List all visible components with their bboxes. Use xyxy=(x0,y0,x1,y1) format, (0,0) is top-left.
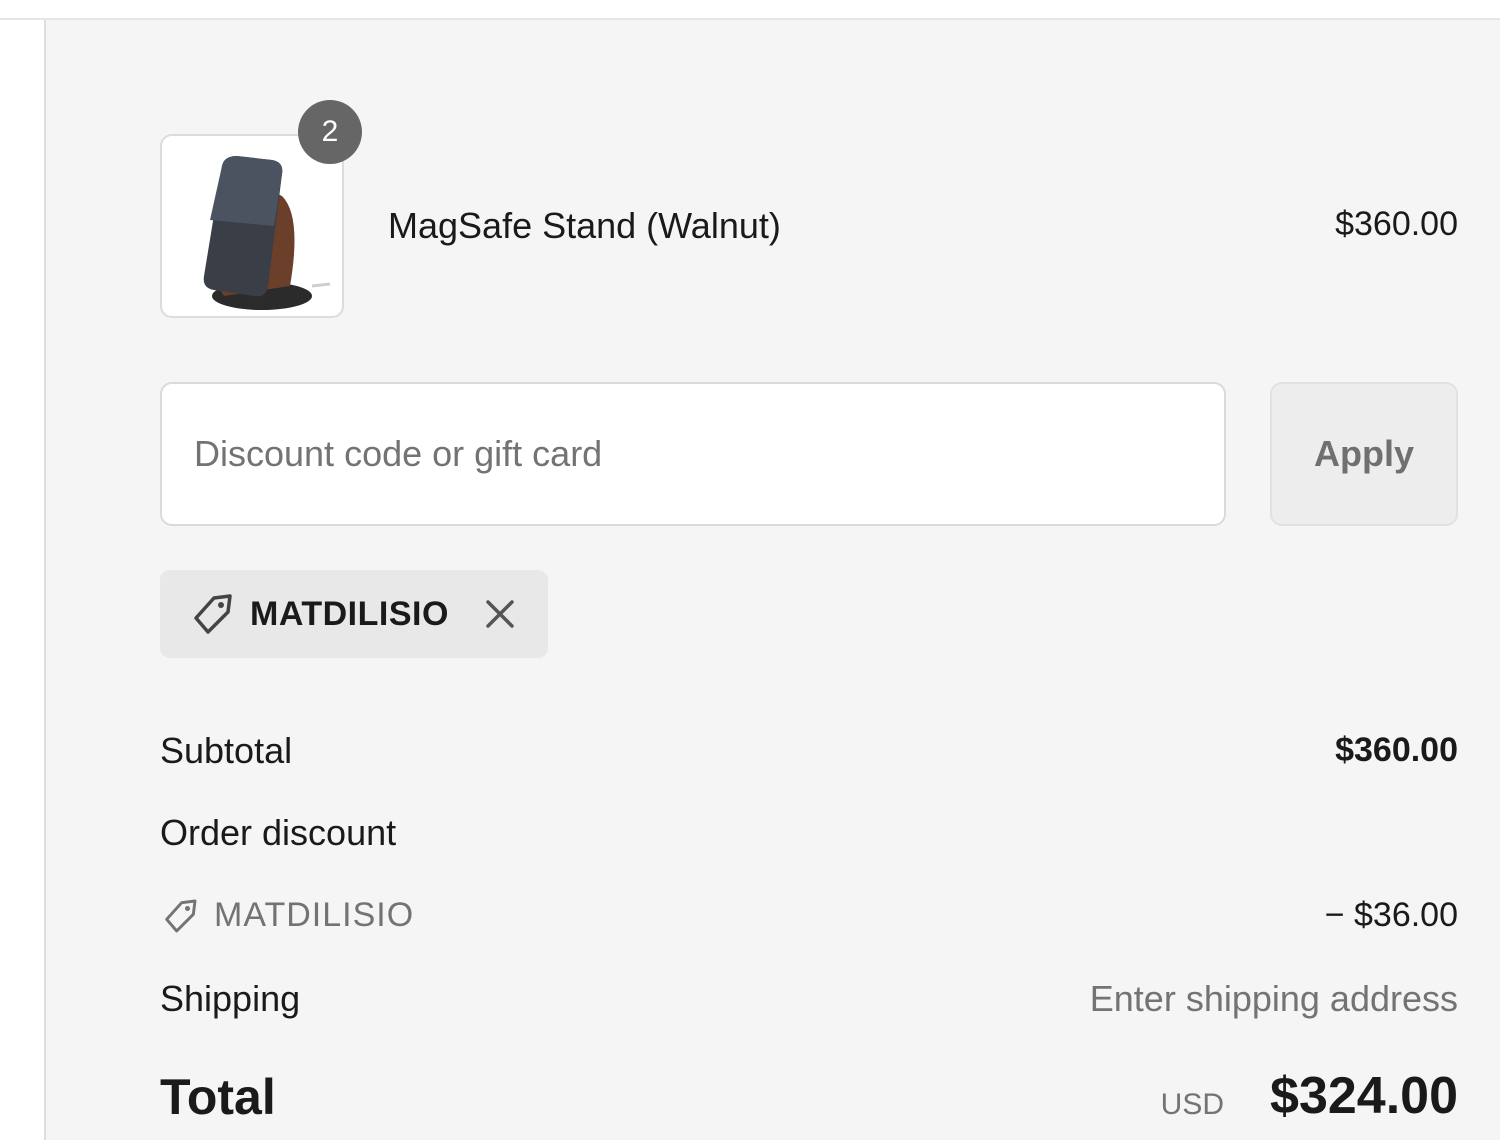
applied-discount-chip: MATDILISIO xyxy=(160,570,548,658)
shipping-value: Enter shipping address xyxy=(1089,978,1458,1019)
product-thumbnail xyxy=(160,134,344,318)
discount-tag-icon xyxy=(160,896,200,941)
order-discount-code: MATDILISIO xyxy=(214,896,415,934)
order-discount-amount: − $36.00 xyxy=(1324,896,1458,934)
quantity-badge: 2 xyxy=(298,100,362,164)
total-value: $324.00 xyxy=(1270,1067,1458,1125)
shipping-label: Shipping xyxy=(160,978,301,1019)
remove-discount-close-icon[interactable] xyxy=(482,596,518,637)
currency-code: USD xyxy=(1160,1088,1224,1121)
discount-code-input[interactable] xyxy=(160,382,1226,526)
applied-discount-code: MATDILISIO xyxy=(250,595,449,633)
tag-icon xyxy=(188,590,236,643)
subtotal-label: Subtotal xyxy=(160,730,293,771)
total-label: Total xyxy=(160,1069,276,1125)
magsafe-stand-image xyxy=(203,156,331,310)
product-name: MagSafe Stand (Walnut) xyxy=(388,205,781,246)
product-price: $360.00 xyxy=(1335,205,1458,243)
subtotal-value: $360.00 xyxy=(1335,731,1458,769)
apply-discount-button[interactable]: Apply xyxy=(1270,382,1458,526)
order-discount-label: Order discount xyxy=(160,812,397,853)
